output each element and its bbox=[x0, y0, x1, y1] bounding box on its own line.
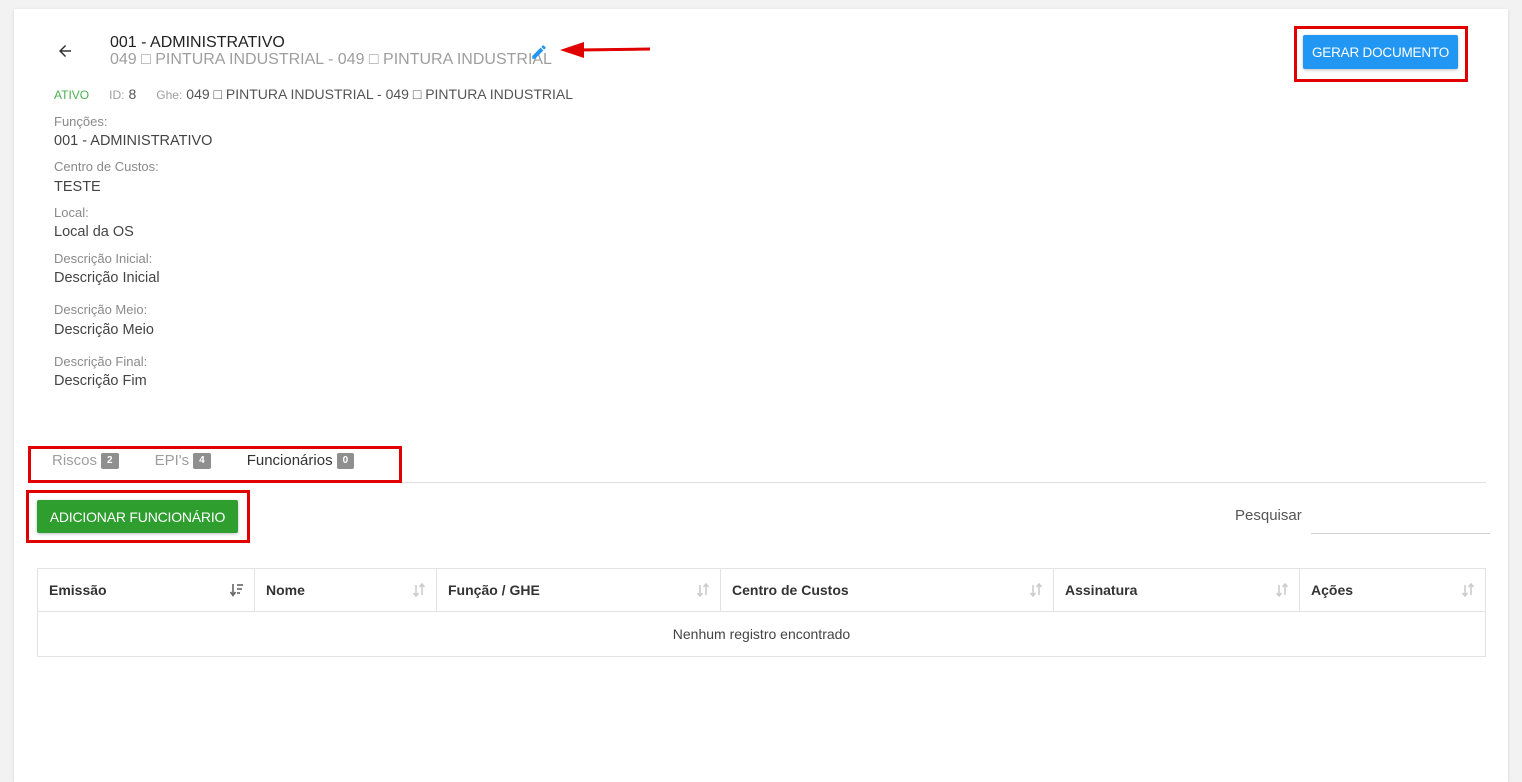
column-label: Função / GHE bbox=[448, 582, 540, 598]
column-header-emissao[interactable]: Emissão bbox=[37, 568, 255, 612]
meta-row: ATIVO ID: 8 Ghe: 049 □ PINTURA INDUSTRIA… bbox=[54, 86, 593, 102]
sort-both-icon bbox=[1461, 583, 1475, 597]
centro-label: Centro de Custos: bbox=[54, 159, 159, 174]
desc-final-value: Descrição Fim bbox=[54, 373, 147, 389]
column-label: Emissão bbox=[49, 582, 107, 598]
column-label: Centro de Custos bbox=[732, 582, 849, 598]
centro-value: TESTE bbox=[54, 179, 101, 195]
employees-table: Emissão Nome Função / GHE Centro de Cust… bbox=[37, 568, 1486, 657]
column-header-nome[interactable]: Nome bbox=[254, 568, 437, 612]
desc-meio-label: Descrição Meio: bbox=[54, 302, 148, 317]
pencil-icon bbox=[532, 45, 546, 59]
column-header-assinatura[interactable]: Assinatura bbox=[1053, 568, 1300, 612]
desc-final-label: Descrição Final: bbox=[54, 354, 148, 369]
column-label: Assinatura bbox=[1065, 582, 1138, 598]
page-title: 001 - ADMINISTRATIVO bbox=[110, 34, 285, 51]
sort-both-icon bbox=[1029, 583, 1043, 597]
column-label: Nome bbox=[266, 582, 305, 598]
column-header-centro-custos[interactable]: Centro de Custos bbox=[720, 568, 1054, 612]
main-card bbox=[14, 9, 1508, 782]
search-input[interactable] bbox=[1311, 500, 1490, 534]
local-value: Local da OS bbox=[54, 224, 134, 240]
annotation-box-tabs bbox=[28, 446, 402, 483]
desc-inicial-label: Descrição Inicial: bbox=[54, 251, 153, 266]
table-header-row: Emissão Nome Função / GHE Centro de Cust… bbox=[37, 568, 1486, 612]
table-row: Nenhum registro encontrado bbox=[37, 611, 1486, 657]
annotation-arrow bbox=[560, 42, 651, 58]
empty-message: Nenhum registro encontrado bbox=[37, 611, 1486, 657]
id-value: 8 bbox=[128, 86, 137, 102]
ghe-value: 049 □ PINTURA INDUSTRIAL - 049 □ PINTURA… bbox=[186, 86, 573, 102]
sort-desc-icon bbox=[230, 584, 243, 597]
edit-button[interactable] bbox=[530, 43, 548, 66]
column-header-acoes[interactable]: Ações bbox=[1299, 568, 1486, 612]
page-subtitle: 049 □ PINTURA INDUSTRIAL - 049 □ PINTURA… bbox=[110, 51, 552, 68]
annotation-box-gerar bbox=[1294, 26, 1468, 82]
local-label: Local: bbox=[54, 205, 89, 220]
column-header-funcao-ghe[interactable]: Função / GHE bbox=[436, 568, 721, 612]
annotation-box-add bbox=[26, 490, 250, 543]
back-arrow-icon bbox=[59, 45, 71, 57]
funcoes-label: Funções: bbox=[54, 114, 108, 129]
search-label: Pesquisar bbox=[1235, 507, 1302, 524]
column-label: Ações bbox=[1311, 582, 1354, 598]
sort-both-icon bbox=[412, 583, 426, 597]
id-label: ID: bbox=[109, 88, 125, 102]
desc-inicial-value: Descrição Inicial bbox=[54, 270, 160, 286]
back-button[interactable] bbox=[50, 36, 80, 66]
funcoes-value: 001 - ADMINISTRATIVO bbox=[54, 133, 213, 149]
status-badge: ATIVO bbox=[54, 88, 90, 102]
desc-meio-value: Descrição Meio bbox=[54, 322, 154, 338]
sort-both-icon bbox=[1275, 583, 1289, 597]
ghe-label: Ghe: bbox=[156, 88, 183, 102]
sort-both-icon bbox=[696, 583, 710, 597]
